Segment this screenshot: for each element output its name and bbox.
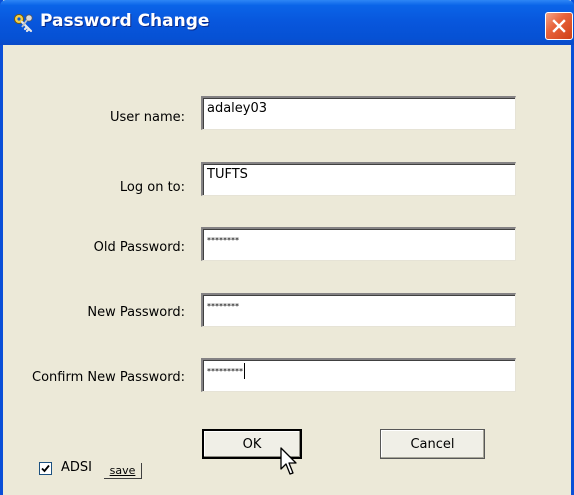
confirm-password-value: ********* [207, 367, 243, 376]
adsi-checkbox[interactable] [39, 462, 52, 475]
confirm-password-field[interactable]: ********* [201, 358, 516, 392]
confirm-password-label: Confirm New Password: [32, 370, 185, 385]
title-bar[interactable]: Password Change [0, 0, 574, 45]
old-password-value: ******** [207, 236, 239, 245]
logon-to-label: Log on to: [119, 180, 185, 195]
logon-to-field[interactable]: TUFTS [201, 162, 516, 196]
close-button[interactable] [545, 12, 573, 40]
close-icon [552, 19, 566, 33]
checkmark-icon [41, 464, 50, 473]
new-password-field[interactable]: ******** [201, 293, 516, 327]
password-change-dialog: Password Change User name: adaley03 Log … [0, 0, 574, 495]
adsi-label: ADSI [61, 460, 92, 475]
old-password-field[interactable]: ******** [201, 227, 516, 261]
username-field[interactable]: adaley03 [201, 96, 516, 130]
text-caret [244, 363, 245, 379]
username-label: User name: [109, 110, 185, 125]
mouse-pointer-icon [280, 447, 297, 475]
old-password-label: Old Password: [93, 240, 185, 255]
new-password-value: ******** [207, 302, 239, 311]
new-password-label: New Password: [87, 305, 185, 320]
window-title: Password Change [40, 11, 210, 31]
cancel-button[interactable]: Cancel [380, 429, 485, 459]
keys-icon [14, 14, 33, 33]
save-button[interactable]: save [104, 463, 142, 479]
